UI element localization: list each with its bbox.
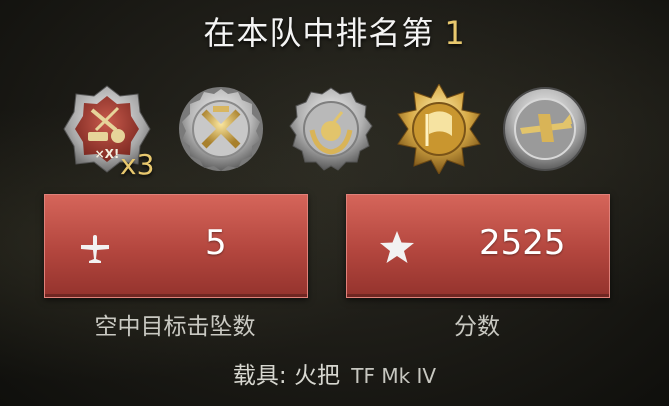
svg-text:×X!: ×X! (95, 147, 120, 161)
plane-icon (81, 235, 109, 263)
score-stat-card: 2525 (346, 194, 610, 298)
score-label: 分数 (454, 314, 500, 340)
score-value: 2525 (479, 223, 566, 263)
rank-number: 1 (444, 14, 466, 52)
kills-value: 5 (205, 223, 227, 263)
plane-medal-icon[interactable] (500, 84, 590, 174)
rank-title: 在本队中排名第 1 (0, 8, 669, 54)
kills-stat-card: 5 (44, 194, 308, 298)
medal-count: x3 (120, 148, 155, 181)
kills-label: 空中目标击坠数 (94, 314, 256, 340)
star-icon (380, 231, 414, 263)
bomb-laurel-medal-icon[interactable] (286, 84, 376, 174)
rank-title-text: 在本队中排名第 (203, 14, 435, 52)
vehicle-separator: : (278, 363, 294, 389)
vehicle-model: TF Mk IV (351, 364, 437, 388)
vehicle-prefix: 载具 (232, 363, 279, 389)
vehicle-line: 载具: 火把 TF Mk IV (0, 356, 669, 390)
vehicle-name: 火把 (293, 363, 340, 389)
flag-medal-icon[interactable] (394, 82, 484, 176)
crossed-swords-medal-icon[interactable] (176, 84, 266, 174)
